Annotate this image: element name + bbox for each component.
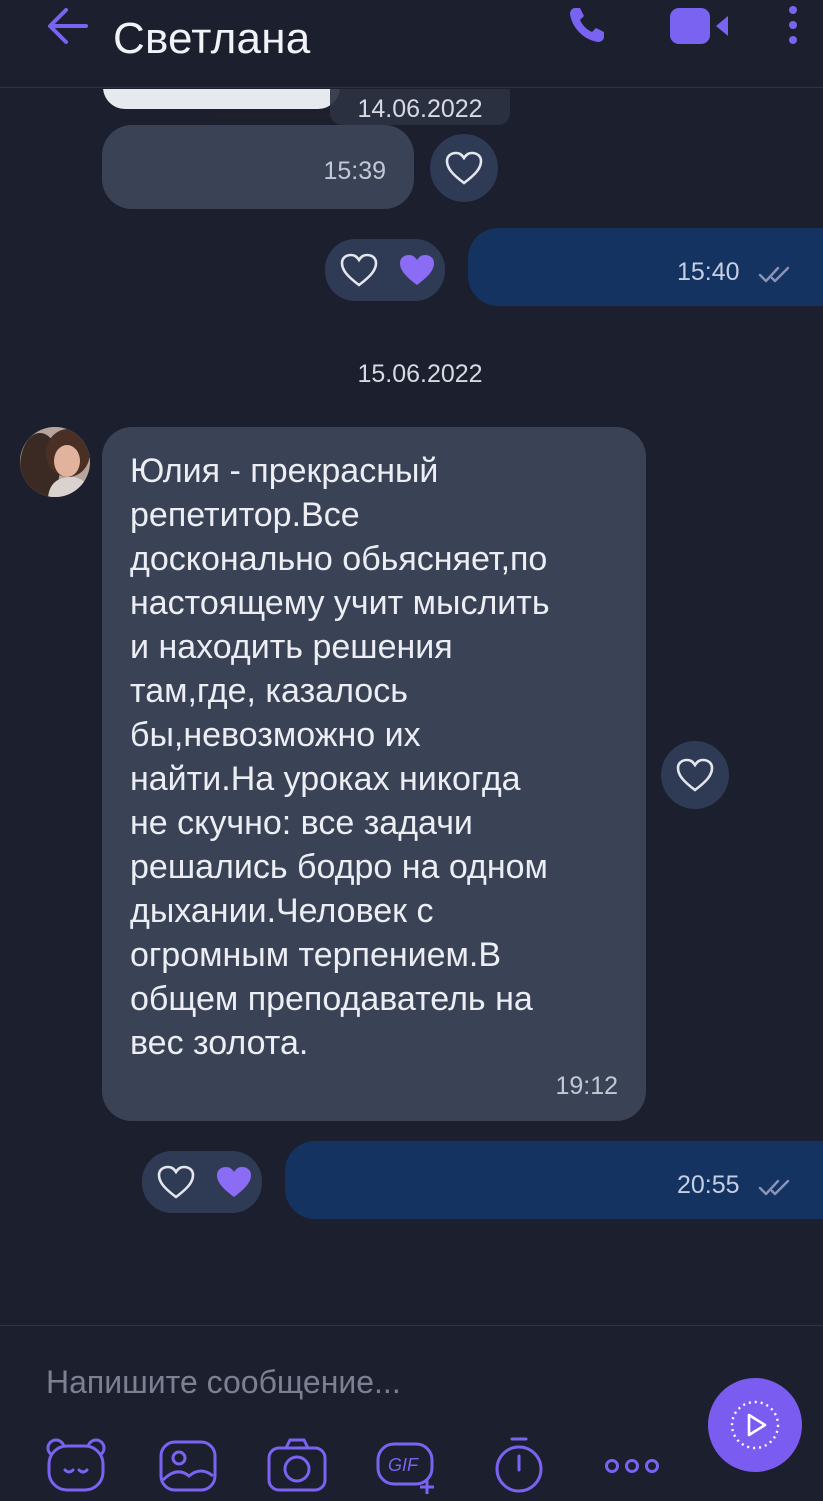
outgoing-message[interactable]: 15:40 [468, 228, 823, 306]
double-check-icon [758, 266, 790, 283]
send-button[interactable] [708, 1378, 802, 1472]
image-stub-divider [216, 115, 340, 118]
message-list[interactable]: 14.06.2022 15:39 15:40 15.06.2022 Юлия -… [0, 89, 823, 1325]
more-vertical-icon [789, 6, 797, 44]
message-time: 19:12 [555, 1072, 618, 1100]
gallery-button[interactable] [157, 1436, 219, 1494]
timer-button[interactable] [490, 1436, 552, 1494]
gallery-icon [159, 1440, 217, 1492]
heart-outline-icon [340, 253, 378, 287]
message-time: 15:39 [323, 157, 386, 185]
avatar[interactable] [20, 427, 90, 497]
video-call-button[interactable] [668, 6, 730, 46]
chat-header: Светлана [0, 0, 823, 88]
send-play-icon [730, 1400, 780, 1450]
heart-filled-icon [217, 1167, 251, 1197]
contact-name[interactable]: Светлана [113, 14, 310, 64]
back-button[interactable] [44, 4, 90, 48]
outgoing-message[interactable]: 20:55 [285, 1141, 823, 1219]
incoming-message[interactable]: 15:39 [102, 125, 414, 209]
like-button[interactable] [430, 134, 498, 202]
more-options-button[interactable] [782, 4, 804, 46]
message-time: 15:40 [677, 258, 740, 286]
sticker-bear-icon [46, 1438, 106, 1492]
more-attachments-button[interactable] [603, 1436, 665, 1494]
avatar-photo [20, 427, 90, 497]
message-composer: GIF [0, 1325, 823, 1501]
phone-icon [570, 8, 604, 42]
reactions-pill[interactable] [142, 1151, 262, 1213]
heart-outline-icon [445, 151, 483, 185]
reactions-pill[interactable] [325, 239, 445, 301]
heart-outline-icon [157, 1165, 195, 1199]
gif-icon: GIF [376, 1442, 434, 1494]
more-horizontal-icon [605, 1459, 659, 1473]
image-message-stub[interactable] [103, 89, 340, 109]
sticker-button[interactable] [45, 1436, 107, 1494]
video-camera-icon [670, 8, 728, 44]
like-button[interactable] [661, 741, 729, 809]
heart-outline-icon [676, 758, 714, 792]
incoming-message[interactable]: Юлия - прекрасный репетитор.Все досконал… [102, 427, 646, 1121]
heart-filled-icon [400, 255, 434, 285]
gif-button[interactable]: GIF [375, 1436, 437, 1494]
double-check-icon [758, 1179, 790, 1196]
call-button[interactable] [566, 4, 608, 46]
message-time: 20:55 [677, 1171, 740, 1199]
camera-icon [267, 1438, 327, 1492]
gif-label: GIF [388, 1455, 419, 1475]
camera-button[interactable] [266, 1436, 328, 1494]
date-separator: 14.06.2022 [357, 95, 483, 123]
timer-icon [495, 1437, 543, 1493]
message-input[interactable] [46, 1360, 666, 1404]
message-text: Юлия - прекрасный репетитор.Все досконал… [130, 452, 550, 1062]
date-separator: 15.06.2022 [357, 360, 483, 388]
back-arrow-icon [48, 8, 88, 44]
